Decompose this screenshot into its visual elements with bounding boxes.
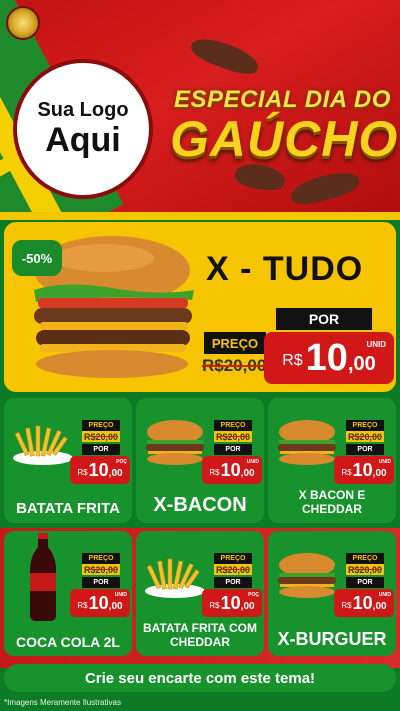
product-name: X-BACON [153,494,247,516]
currency: R$ [77,467,88,477]
product-card[interactable]: PREÇOR$20,00 POR R$10,00 UNID COCA COLA 2L [4,531,132,656]
product-name: BATATA FRITA COM CHEDDAR [143,621,257,650]
unit-label: UNID [366,340,386,349]
product-card[interactable]: PREÇOR$20,00 POR R$10,00 POÇ BATATA FRITA [4,398,132,523]
product-name: X-BURGUER [277,629,387,650]
currency: R$ [282,352,303,369]
price-decimal: ,00 [240,600,255,612]
old-price: R$20,00 [214,564,252,575]
price-label: PREÇO [82,420,120,431]
burger-icon [278,553,336,598]
price-label: PREÇO [214,553,252,564]
product-name: X - TUDO [206,250,364,288]
unit-label: UNID [114,592,127,598]
soda-bottle-icon [30,533,56,621]
price-integer: 10 [305,336,348,379]
por-label: POR [82,577,120,588]
price-integer: 10 [352,459,373,480]
unit-label: UNID [378,592,391,598]
new-price: R$ 10 ,00 UNID [264,332,394,384]
price-label: PREÇO [82,553,120,564]
new-price: R$ 10,00 POÇ [202,589,262,617]
currency: R$ [341,467,352,477]
product-name: X BACON E CHEDDAR [298,488,366,517]
logo-text: Aqui [45,120,121,159]
old-price: R$20,00 [82,431,120,442]
price-integer: 10 [88,459,109,480]
product-card[interactable]: PREÇOR$20,00 POR R$10,00 POÇ BATATA FRITA CO… [136,531,264,656]
product-name: COCA COLA 2L [16,633,120,650]
old-price: R$20,00 [214,431,252,442]
currency: R$ [209,600,220,610]
price-decimal: ,00 [347,352,376,375]
logo-placeholder[interactable]: Sua Logo Aqui [13,59,153,199]
price-integer: 10 [88,592,109,613]
price-decimal: ,00 [240,467,255,479]
price-decimal: ,00 [108,467,123,479]
header-banner: Sua Logo Aqui ESPECIAL DIA DO GAÚCHO [0,0,400,212]
strikethrough [350,569,380,570]
price-integer: 10 [220,459,241,480]
por-label: POR [82,444,120,455]
strikethrough [202,365,267,367]
crest-icon [6,6,40,40]
new-price: R$ 10,00 UNID [70,589,130,617]
divider [0,212,400,220]
old-price: R$20,00 [82,564,120,575]
strikethrough [218,569,248,570]
new-price: R$ 10,00 UNID [334,456,394,484]
discount-badge: -50% [12,240,62,276]
featured-product[interactable]: -50% X - TUDO PREÇO R$20,00 POR R$ 10 ,0… [4,222,396,392]
strikethrough [86,569,116,570]
burger-icon [278,420,336,465]
unit-label: POÇ [248,592,259,598]
currency: R$ [77,600,88,610]
price-decimal: ,00 [108,600,123,612]
por-label: POR [346,577,384,588]
price-decimal: ,00 [372,600,387,612]
cta-button[interactable]: Crie seu encarte com este tema! [4,664,396,692]
logo-text: Sua Logo [37,98,129,121]
old-price: R$20,00 [202,356,267,376]
por-label: POR [214,444,252,455]
price-integer: 10 [220,592,241,613]
por-label: POR [276,308,372,330]
old-price: R$20,00 [346,564,384,575]
unit-label: POÇ [116,459,127,465]
currency: R$ [341,600,352,610]
strikethrough [86,436,116,437]
currency: R$ [209,467,220,477]
price-integer: 10 [352,592,373,613]
product-card[interactable]: PREÇOR$20,00 POR R$10,00 UNID X BACON E CHED… [268,398,396,523]
fries-icon [145,558,205,598]
fries-icon [13,425,73,465]
old-price: R$20,00 [346,431,384,442]
page-title: ESPECIAL DIA DO GAÚCHO [170,60,399,200]
product-name: BATATA FRITA [16,499,120,517]
por-label: POR [346,444,384,455]
strikethrough [350,436,380,437]
price-label: PREÇO [346,553,384,564]
product-card[interactable]: PREÇOR$20,00 POR R$10,00 UNID X-BACON [136,398,264,523]
unit-label: UNID [246,459,259,465]
price-label: PREÇO [346,420,384,431]
unit-label: UNID [378,459,391,465]
new-price: R$ 10,00 POÇ [70,456,130,484]
price-label: PREÇO [214,420,252,431]
price-label: PREÇO [204,332,266,354]
product-card[interactable]: PREÇOR$20,00 POR R$10,00 UNID X-BURGUER [268,531,396,656]
por-label: POR [214,577,252,588]
new-price: R$ 10,00 UNID [334,589,394,617]
footnote: *Imagens Meramente Ilustrativas [4,698,121,707]
burger-icon [146,420,204,465]
title-line: GAÚCHO [170,111,399,167]
price-decimal: ,00 [372,467,387,479]
new-price: R$ 10,00 UNID [202,456,262,484]
strikethrough [218,436,248,437]
